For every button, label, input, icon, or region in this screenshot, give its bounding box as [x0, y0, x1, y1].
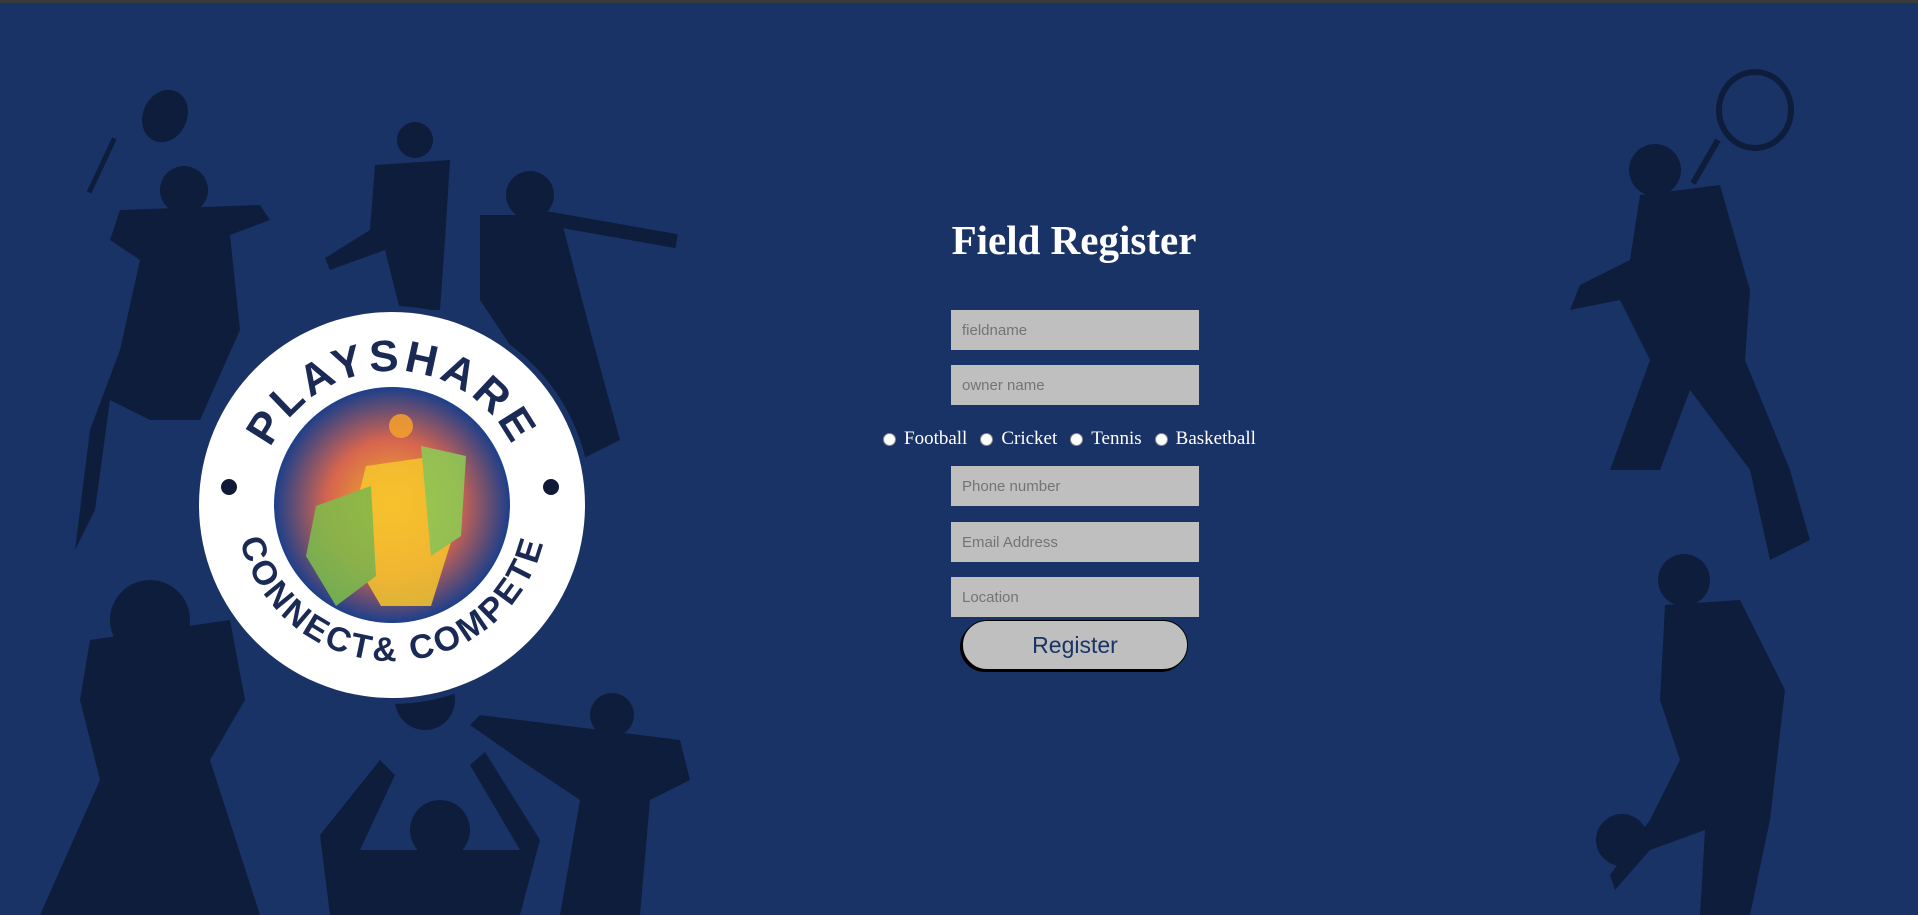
- football-radio[interactable]: [883, 432, 896, 446]
- sport-radio-group: Football Cricket Tennis Basketball: [880, 427, 1266, 451]
- football-label: Football: [904, 428, 968, 449]
- email-address-input[interactable]: [951, 522, 1199, 562]
- sport-option-cricket[interactable]: Cricket: [977, 428, 1057, 450]
- page-title: Field Register: [951, 217, 1197, 263]
- basketball-label: Basketball: [1175, 428, 1256, 449]
- fieldname-input[interactable]: [951, 310, 1199, 350]
- basketball-radio[interactable]: [1154, 432, 1168, 446]
- tennis-label: Tennis: [1091, 428, 1142, 449]
- sport-option-tennis[interactable]: Tennis: [1067, 428, 1142, 450]
- register-button[interactable]: Register: [962, 620, 1188, 670]
- owner-name-input[interactable]: [951, 365, 1199, 405]
- location-input[interactable]: [951, 577, 1199, 617]
- sport-option-football[interactable]: Football: [880, 428, 967, 450]
- phone-number-input[interactable]: [951, 466, 1199, 506]
- sport-option-basketball[interactable]: Basketball: [1152, 428, 1256, 450]
- cricket-label: Cricket: [1001, 428, 1058, 449]
- register-form: Field Register Football Cricket Tennis B…: [0, 0, 1918, 915]
- tennis-radio[interactable]: [1070, 432, 1084, 446]
- cricket-radio[interactable]: [980, 432, 994, 446]
